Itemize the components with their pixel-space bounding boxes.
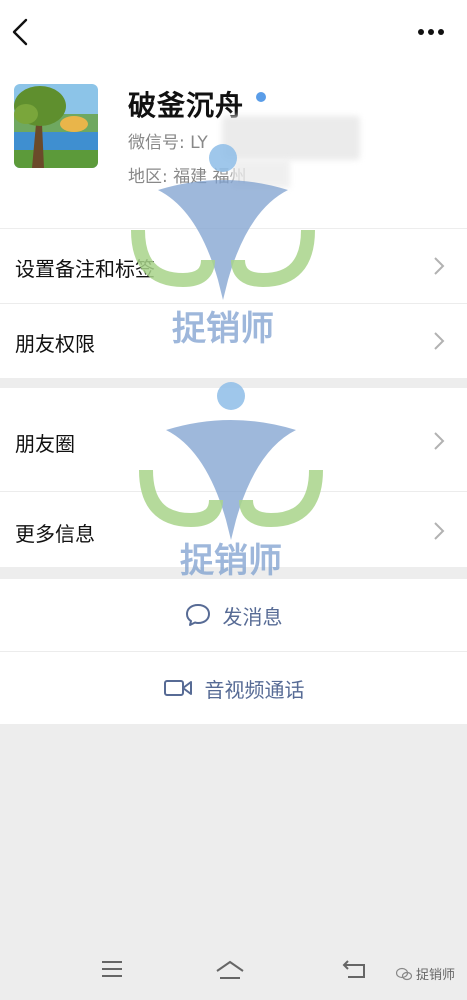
redacted-blur-small	[232, 160, 290, 188]
send-message-button[interactable]: 发消息	[0, 579, 467, 651]
profile-header: 破釜沉舟 微信号: LY 地区: 福建 福州	[0, 70, 467, 228]
wechat-id: 微信号: LY	[128, 133, 208, 153]
chevron-right-icon	[434, 332, 445, 350]
menu-icon[interactable]	[100, 959, 124, 979]
chat-bubble-icon	[185, 604, 210, 626]
video-camera-icon	[163, 680, 192, 696]
top-bar	[0, 0, 467, 70]
row-moments[interactable]: 朋友圈	[0, 388, 467, 492]
row-label: 更多信息	[15, 522, 95, 546]
region-label: 地区:	[128, 167, 168, 187]
menu-group-2: 朋友圈 更多信息	[0, 388, 467, 567]
row-set-remark-tags[interactable]: 设置备注和标签	[0, 229, 467, 304]
brand-tag: 捉销师	[395, 964, 455, 983]
home-icon[interactable]	[214, 959, 246, 981]
video-call-button[interactable]: 音视频通话	[0, 652, 467, 724]
brand-tag-text: 捉销师	[415, 968, 455, 983]
region-province: 福建	[173, 167, 208, 187]
chevron-right-icon	[434, 432, 445, 450]
chevron-right-icon	[434, 257, 445, 275]
menu-group-1: 设置备注和标签 朋友权限	[0, 229, 467, 378]
row-friend-permissions[interactable]: 朋友权限	[0, 304, 467, 378]
chevron-right-icon	[434, 522, 445, 540]
video-call-label: 音视频通话	[204, 677, 305, 702]
gender-icon	[256, 92, 266, 102]
back-arrow-icon[interactable]	[8, 16, 34, 48]
wechat-icon	[395, 967, 412, 980]
avatar[interactable]	[14, 84, 98, 168]
row-label: 朋友圈	[15, 432, 75, 456]
row-label: 设置备注和标签	[15, 257, 155, 281]
redacted-blur	[222, 116, 360, 160]
more-options-icon[interactable]	[415, 22, 447, 42]
send-message-label: 发消息	[222, 604, 283, 629]
region: 地区: 福建 福州	[128, 162, 247, 187]
row-more-info[interactable]: 更多信息	[0, 492, 467, 567]
row-label: 朋友权限	[15, 332, 95, 356]
back-nav-icon[interactable]	[342, 959, 368, 979]
